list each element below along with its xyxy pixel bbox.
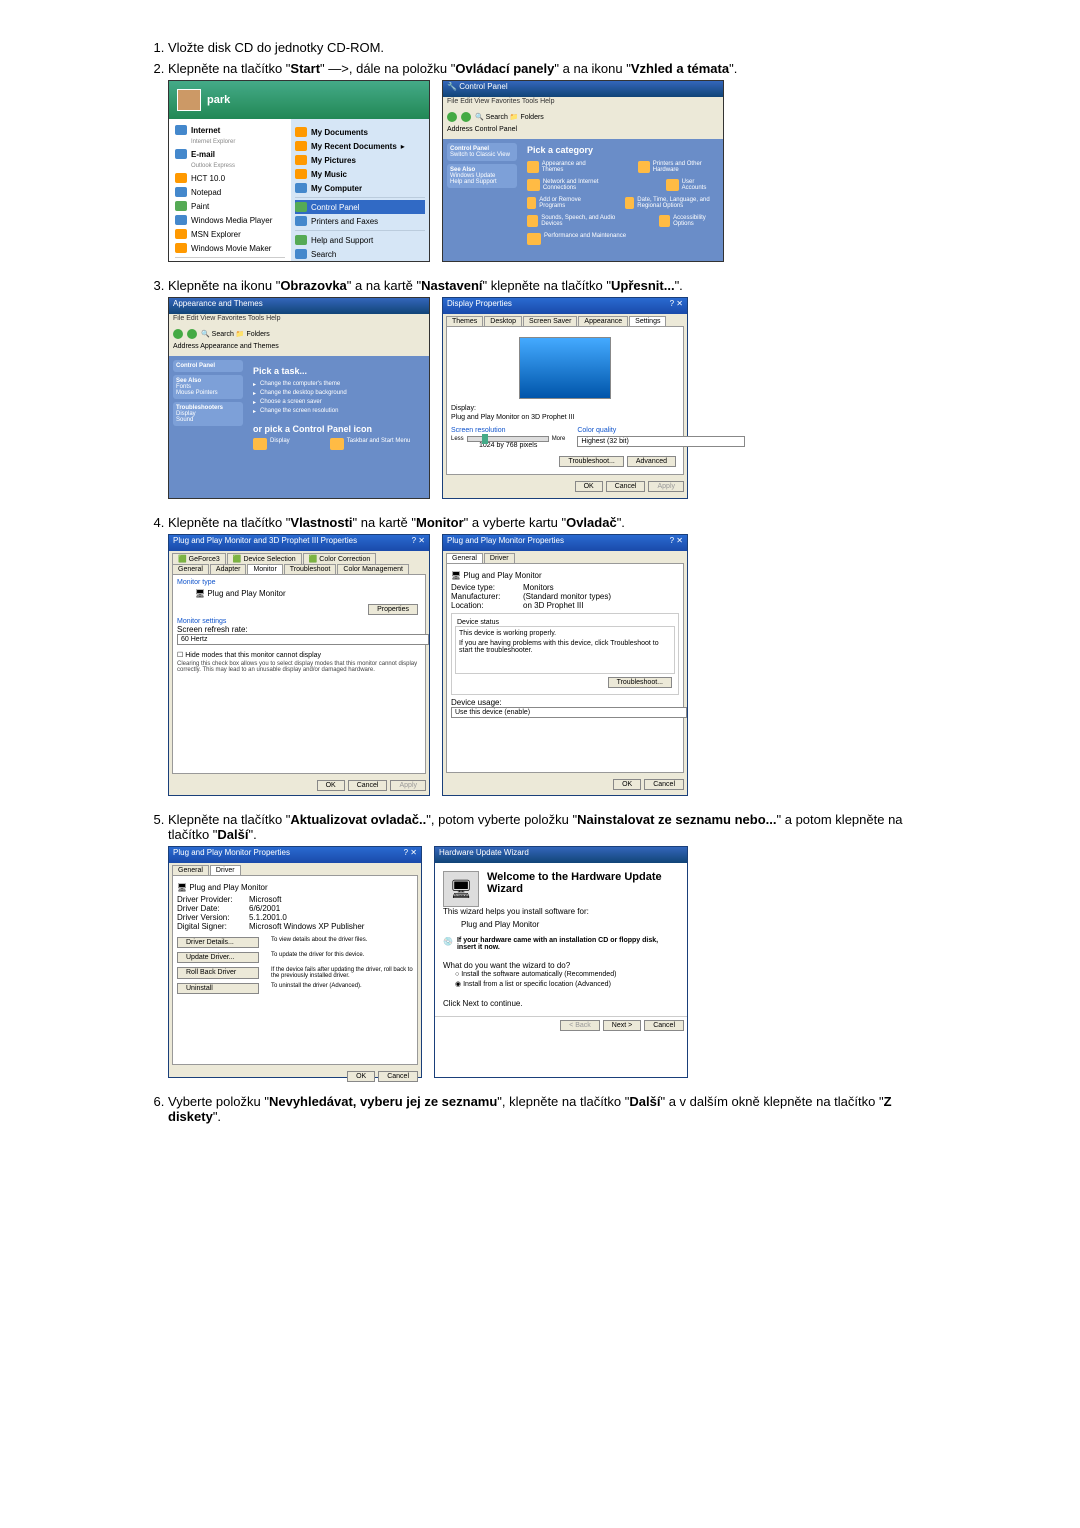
window-title: Display Properties? ✕ [443,298,687,314]
sidebar: Control PanelSwitch to Classic View See … [443,139,521,261]
window-title: Plug and Play Monitor and 3D Prophet III… [169,535,429,551]
step-6: Vyberte položku "Nevyhledávat, vyberu je… [168,1094,940,1124]
step-4: Klepněte na tlačítko "Vlastnosti" na kar… [168,515,940,796]
start-right-items[interactable]: My Documents My Recent Documents ▸ My Pi… [291,119,429,262]
step-1: Vložte disk CD do jednotky CD-ROM. [168,40,940,55]
troubleshoot-button[interactable]: Troubleshoot... [559,456,623,467]
cd-icon: 💿 [443,937,453,951]
device-usage-select[interactable]: Use this device (enable) [451,707,687,718]
advanced-button[interactable]: Advanced [627,456,676,467]
screenshot-driver-tab: Plug and Play Monitor Properties? ✕ Gene… [168,846,422,1078]
window-title: Plug and Play Monitor Properties? ✕ [443,535,687,551]
driver-details-button[interactable]: Driver Details... [177,937,259,948]
tabs[interactable]: ThemesDesktopScreen SaverAppearanceSetti… [443,314,687,326]
radio-list[interactable]: ◉ Install from a list or specific locati… [443,979,679,989]
window-title: Plug and Play Monitor Properties? ✕ [169,847,421,863]
addressbar[interactable]: Address Control Panel [443,125,723,139]
screenshot-start-menu: park Internet Internet Explorer E-mail O… [168,80,430,262]
menubar[interactable]: File Edit View Favorites Tools Help [443,97,723,109]
instruction-list: Vložte disk CD do jednotky CD-ROM. Klepn… [140,40,940,1124]
toolbar[interactable]: 🔍 Search 📁 Folders [443,109,723,125]
rollback-driver-button[interactable]: Roll Back Driver [177,967,259,979]
back-button: < Back [560,1020,600,1031]
cancel-button[interactable]: Cancel [644,1020,684,1031]
start-user: park [169,81,429,119]
step-2: Klepněte na tlačítko "Start" —>, dále na… [168,61,940,262]
cp-main: Pick a category Appearance and ThemesPri… [521,139,723,261]
window-title: Hardware Update Wizard [435,847,687,863]
apply-button: Apply [648,481,684,492]
properties-button[interactable]: Properties [368,604,418,615]
radio-auto[interactable]: ○ Install the software automatically (Re… [443,970,679,979]
window-title: 🔧 Control Panel [443,81,723,97]
troubleshoot-button[interactable]: Troubleshoot... [608,677,672,688]
uninstall-button[interactable]: Uninstall [177,983,259,994]
screenshot-display-properties: Display Properties? ✕ ThemesDesktopScree… [442,297,688,499]
cancel-button[interactable]: Cancel [606,481,646,492]
screenshot-hardware-wizard: Hardware Update Wizard 🖥 Welcome to the … [434,846,688,1078]
screenshot-monitor-general: Plug and Play Monitor Properties? ✕ Gene… [442,534,688,796]
color-quality-select[interactable]: Highest (32 bit) [577,436,745,447]
step-3: Klepněte na ikonu "Obrazovka" a na kartě… [168,278,940,499]
refresh-rate-select[interactable]: 60 Hertz [177,634,429,645]
start-left-items[interactable]: Internet Internet Explorer E-mail Outloo… [169,119,291,262]
window-title: Appearance and Themes [169,298,429,314]
screenshot-advanced-monitor: Plug and Play Monitor and 3D Prophet III… [168,534,430,796]
next-button[interactable]: Next > [603,1020,641,1031]
screenshot-appearance-themes: Appearance and Themes File Edit View Fav… [168,297,430,499]
resolution-slider[interactable] [467,436,549,442]
step-5: Klepněte na tlačítko "Aktualizovat ovlad… [168,812,940,1078]
ok-button[interactable]: OK [575,481,603,492]
update-driver-button[interactable]: Update Driver... [177,952,259,963]
wizard-icon: 🖥 [443,871,479,907]
monitor-preview [519,337,611,399]
screenshot-control-panel: 🔧 Control Panel File Edit View Favorites… [442,80,724,262]
